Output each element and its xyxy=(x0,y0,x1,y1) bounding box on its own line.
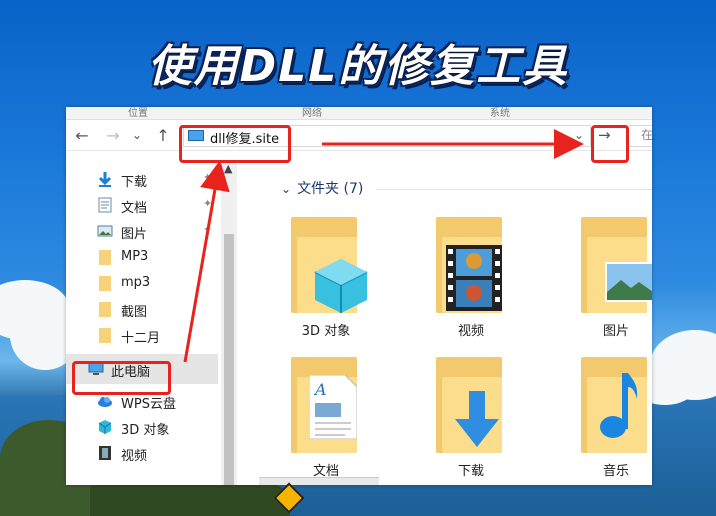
annotation-arrows xyxy=(183,129,584,363)
